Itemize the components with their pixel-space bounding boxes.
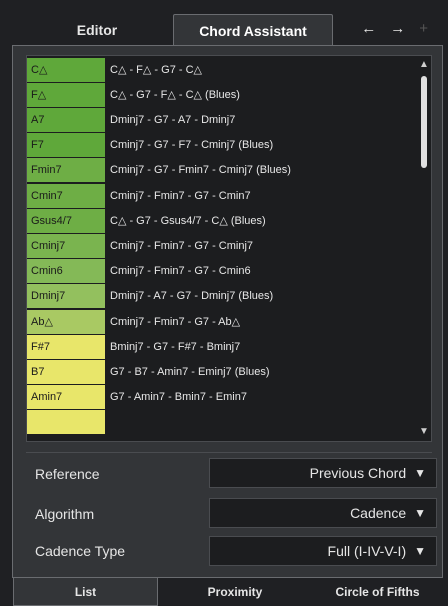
progression-cell: Cminj7 - Fmin7 - G7 - Ab△ — [110, 316, 241, 328]
top-tab-bar: Editor Chord Assistant ← → + — [0, 0, 448, 46]
cadence-type-value: Full (I-IV-V-I) — [327, 543, 407, 559]
chord-cell: F7 — [27, 133, 105, 158]
list-item[interactable]: F#7 Bminj7 - G7 - F#7 - Bminj7 — [27, 334, 419, 359]
reference-label: Reference — [35, 466, 100, 482]
list-item[interactable]: Cmin7 Cminj7 - Fmin7 - G7 - Cmin7 — [27, 183, 419, 208]
progression-cell: Cminj7 - G7 - F7 - Cminj7 (Blues) — [110, 139, 274, 152]
scrollbar-thumb[interactable] — [421, 76, 427, 168]
cadence-type-label: Cadence Type — [35, 543, 126, 559]
reference-dropdown[interactable]: Previous Chord ▼ — [209, 458, 437, 488]
chord-cell: Gsus4/7 — [27, 208, 105, 233]
chord-cell: F△ — [27, 82, 105, 107]
chevron-down-icon: ▼ — [414, 466, 426, 480]
progression-cell: Cminj7 - Fmin7 - G7 - Cminj7 — [110, 239, 254, 252]
progression-cell: Cminj7 - G7 - Fmin7 - Cminj7 (Blues) — [110, 164, 291, 177]
chevron-down-icon: ▼ — [414, 506, 426, 520]
progression-cell: G7 - Amin7 - Bmin7 - Emin7 — [110, 391, 247, 404]
tab-list[interactable]: List — [13, 578, 158, 606]
progression-cell: G7 - B7 - Amin7 - Eminj7 (Blues) — [110, 365, 270, 378]
chord-cell — [27, 410, 105, 435]
chord-cell: Fmin7 — [27, 158, 105, 183]
progression-cell: C△ - F△ - G7 - C△ — [110, 64, 202, 76]
progression-cell: C△ - G7 - F△ - C△ (Blues) — [110, 89, 240, 102]
list-item[interactable]: F△ C△ - G7 - F△ - C△ (Blues) — [27, 82, 419, 107]
chord-cell: Dminj7 — [27, 284, 105, 309]
arrow-right-icon[interactable]: → — [390, 20, 405, 37]
plus-icon[interactable]: + — [419, 20, 428, 37]
progression-cell: Bminj7 - G7 - F#7 - Bminj7 — [110, 340, 241, 353]
list-item[interactable]: Cminj7 Cminj7 - Fmin7 - G7 - Cminj7 — [27, 233, 419, 258]
chord-cell: Cmin6 — [27, 259, 105, 284]
chord-cell: F#7 — [27, 334, 105, 359]
list-item[interactable]: F7 Cminj7 - G7 - F7 - Cminj7 (Blues) — [27, 133, 419, 158]
list-item[interactable]: A7 Dminj7 - G7 - A7 - Dminj7 — [27, 107, 419, 132]
nav-buttons: ← → + — [361, 20, 428, 37]
chevron-down-icon: ▼ — [414, 544, 426, 558]
chord-cell: Ab△ — [27, 309, 105, 334]
chord-cell: Cmin7 — [27, 183, 105, 208]
chord-cell: Cminj7 — [27, 233, 105, 258]
list-item[interactable] — [27, 410, 419, 435]
progression-cell: Dminj7 - G7 - A7 - Dminj7 — [110, 113, 236, 126]
chord-list[interactable]: Amin7 G7 - Amin7 - Bmin7 - Emin7 B7 G7 - B7… — [26, 55, 432, 442]
progression-cell: Cminj7 - Fmin7 - G7 - Cmin7 — [110, 189, 251, 202]
list-item[interactable]: Ab△ Cminj7 - Fmin7 - G7 - Ab△ — [27, 309, 419, 334]
scroll-up-icon[interactable]: ▲ — [417, 58, 431, 72]
list-scrollbar[interactable]: ▲ ▼ — [417, 56, 431, 441]
cadence-type-dropdown[interactable]: Full (I-IV-V-I) ▼ — [209, 536, 437, 566]
chord-cell: A7 — [27, 107, 105, 132]
list-item[interactable]: Dminj7 Dminj7 - A7 - G7 - Dminj7 (Blues) — [27, 284, 419, 309]
list-item[interactable]: Cmin6 Cminj7 - Fmin7 - G7 - Cmin6 — [27, 259, 419, 284]
chord-cell: C△ — [27, 57, 105, 82]
scroll-down-icon[interactable]: ▼ — [417, 425, 431, 439]
tab-editor[interactable]: Editor — [22, 14, 172, 46]
list-item[interactable]: Gsus4/7 C△ - G7 - Gsus4/7 - C△ (Blues) — [27, 208, 419, 233]
reference-value: Previous Chord — [309, 465, 407, 481]
divider — [26, 452, 432, 453]
algorithm-dropdown[interactable]: Cadence ▼ — [209, 498, 437, 528]
arrow-left-icon[interactable]: ← — [361, 20, 376, 37]
tab-proximity[interactable]: Proximity — [160, 578, 310, 606]
algorithm-label: Algorithm — [35, 506, 95, 522]
progression-cell: Dminj7 - A7 - G7 - Dminj7 (Blues) — [110, 290, 274, 303]
list-item[interactable]: Amin7 G7 - Amin7 - Bmin7 - Emin7 — [27, 385, 419, 410]
bottom-tab-bar: List Proximity Circle of Fifths — [0, 578, 448, 606]
list-item[interactable]: C△ C△ - F△ - G7 - C△ — [27, 57, 419, 82]
list-item[interactable]: B7 G7 - B7 - Amin7 - Eminj7 (Blues) — [27, 359, 419, 384]
chord-cell: B7 — [27, 359, 105, 384]
algorithm-value: Cadence — [350, 505, 407, 521]
progression-cell: C△ - G7 - Gsus4/7 - C△ (Blues) — [110, 215, 266, 228]
tab-circle-of-fifths[interactable]: Circle of Fifths — [310, 578, 445, 606]
chord-assistant-panel: Amin7 G7 - Amin7 - Bmin7 - Emin7 B7 G7 - B7… — [12, 45, 443, 578]
list-item[interactable]: Fmin7 Cminj7 - G7 - Fmin7 - Cminj7 (Blues… — [27, 158, 419, 183]
tab-chord-assistant[interactable]: Chord Assistant — [173, 14, 333, 46]
chord-cell: Amin7 — [27, 385, 105, 410]
progression-cell: Cminj7 - Fmin7 - G7 - Cmin6 — [110, 265, 251, 278]
